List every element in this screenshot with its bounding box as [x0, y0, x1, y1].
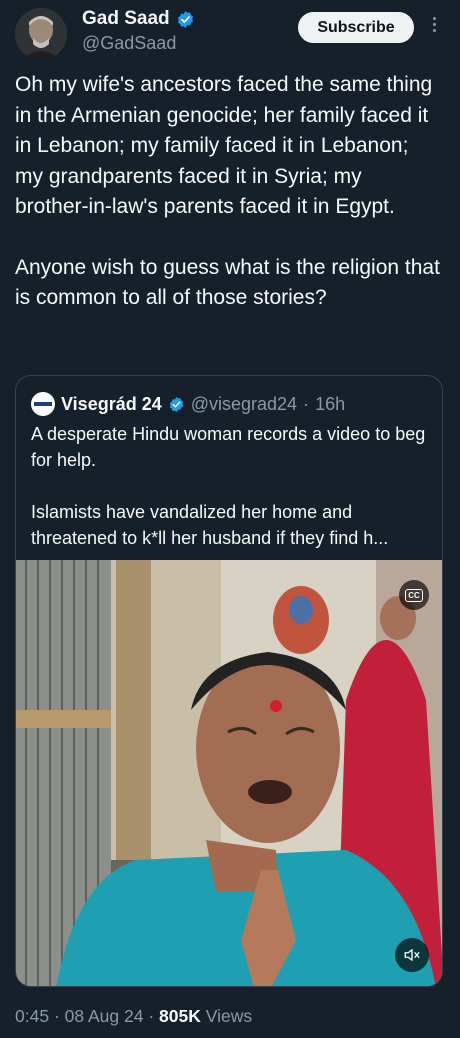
author-name[interactable]: Gad Saad [82, 8, 170, 30]
views-count: 805K [159, 1006, 201, 1026]
separator-dot: · [148, 1006, 155, 1026]
quoted-tweet-age: 16h [315, 393, 346, 414]
quoted-tweet[interactable]: Visegrád 24 @visegrad24 · 16h A desperat… [15, 375, 443, 987]
quoted-paragraph: Islamists have vandalized her home and t… [31, 502, 389, 548]
quoted-author-avatar [31, 392, 55, 416]
closed-captions-button[interactable]: CC [399, 580, 429, 610]
subscribe-button[interactable]: Subscribe [298, 12, 414, 43]
post-date[interactable]: 08 Aug 24 [65, 1006, 144, 1026]
video-frame [16, 560, 442, 986]
author-avatar[interactable] [15, 8, 67, 60]
author-handle[interactable]: @GadSaad [82, 33, 176, 54]
separator-dot: · [53, 1006, 60, 1026]
quoted-author-handle: @visegrad24 [190, 393, 298, 414]
post-time[interactable]: 0:45 [15, 1006, 49, 1026]
cc-label: CC [405, 588, 423, 602]
tweet-body: Oh my wife's ancestors faced the same th… [15, 70, 440, 314]
verified-badge-icon [177, 10, 193, 28]
speaker-muted-icon [404, 949, 420, 961]
tweet-paragraph: Oh my wife's ancestors faced the same th… [15, 73, 433, 218]
video-player[interactable]: CC [16, 560, 442, 986]
views-label: Views [205, 1006, 253, 1026]
verified-badge-icon [169, 396, 183, 412]
quoted-tweet-body: A desperate Hindu woman records a video … [31, 421, 431, 551]
tweet-meta: 0:45 · 08 Aug 24 · 805K Views [15, 1006, 252, 1027]
quoted-author-name: Visegrád 24 [61, 393, 162, 414]
more-options-icon[interactable] [428, 14, 440, 40]
separator-dot: · [303, 393, 310, 414]
quoted-paragraph: A desperate Hindu woman records a video … [31, 424, 426, 470]
volume-muted-icon[interactable] [395, 938, 429, 972]
author-name-row: Gad Saad [82, 8, 195, 30]
tweet-paragraph: Anyone wish to guess what is the religio… [15, 255, 440, 310]
tweet-header: Gad Saad @GadSaad Subscribe [0, 0, 460, 62]
quoted-tweet-header: Visegrád 24 @visegrad24 · 16h [31, 392, 345, 416]
